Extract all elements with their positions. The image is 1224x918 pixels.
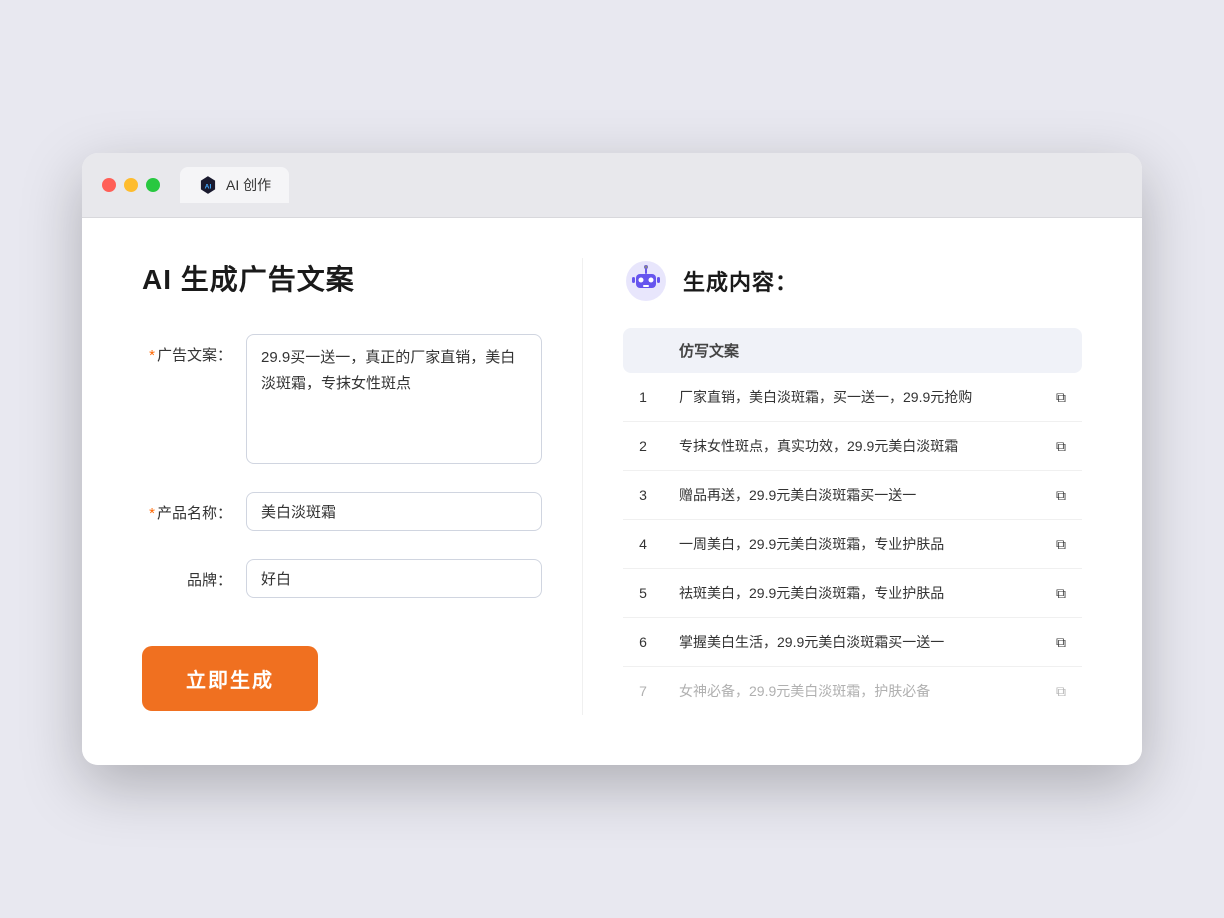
row-num-3: 3	[623, 471, 663, 520]
robot-icon	[623, 258, 669, 304]
table-row: 2专抹女性斑点，真实功效，29.9元美白淡斑霜⧉	[623, 422, 1082, 471]
ai-tab-icon: AI	[198, 175, 218, 195]
table-row: 7女神必备，29.9元美白淡斑霜，护肤必备⧉	[623, 667, 1082, 715]
row-num-4: 4	[623, 520, 663, 569]
close-button[interactable]	[102, 178, 116, 192]
form-group-ad-copy: 广告文案： 29.9买一送一，真正的厂家直销，美白淡斑霜，专抹女性斑点	[142, 334, 542, 464]
label-ad-copy: 广告文案：	[142, 334, 232, 365]
col-content-header: 仿写文案	[663, 328, 1040, 373]
copy-button-3[interactable]: ⧉	[1040, 471, 1082, 520]
browser-window: AI AI 创作 AI 生成广告文案 广告文案： 29.9买一送一，真正的厂家直…	[82, 153, 1142, 765]
result-title: 生成内容：	[683, 265, 798, 297]
ad-copy-textarea[interactable]: 29.9买一送一，真正的厂家直销，美白淡斑霜，专抹女性斑点	[246, 334, 542, 464]
label-product-name: 产品名称：	[142, 492, 232, 523]
row-text-5: 祛斑美白，29.9元美白淡斑霜，专业护肤品	[663, 569, 1040, 618]
table-row: 6掌握美白生活，29.9元美白淡斑霜买一送一⧉	[623, 618, 1082, 667]
form-group-brand: 品牌：	[142, 559, 542, 598]
minimize-button[interactable]	[124, 178, 138, 192]
right-panel: 生成内容： 仿写文案 1厂家直销，美白淡斑霜，买一送一，29.9元抢购⧉2专抹女…	[582, 258, 1082, 715]
result-table: 仿写文案 1厂家直销，美白淡斑霜，买一送一，29.9元抢购⧉2专抹女性斑点，真实…	[623, 328, 1082, 715]
tab-ai-creation[interactable]: AI AI 创作	[180, 167, 289, 203]
copy-button-2[interactable]: ⧉	[1040, 422, 1082, 471]
product-name-input[interactable]	[246, 492, 542, 531]
row-text-6: 掌握美白生活，29.9元美白淡斑霜买一送一	[663, 618, 1040, 667]
table-row: 4一周美白，29.9元美白淡斑霜，专业护肤品⧉	[623, 520, 1082, 569]
tab-label: AI 创作	[226, 175, 271, 195]
row-num-6: 6	[623, 618, 663, 667]
copy-button-1[interactable]: ⧉	[1040, 373, 1082, 422]
row-text-2: 专抹女性斑点，真实功效，29.9元美白淡斑霜	[663, 422, 1040, 471]
brand-input[interactable]	[246, 559, 542, 598]
result-header: 生成内容：	[623, 258, 1082, 304]
row-num-7: 7	[623, 667, 663, 715]
page-title: AI 生成广告文案	[142, 258, 542, 298]
copy-button-6[interactable]: ⧉	[1040, 618, 1082, 667]
form-group-product-name: 产品名称：	[142, 492, 542, 531]
left-panel: AI 生成广告文案 广告文案： 29.9买一送一，真正的厂家直销，美白淡斑霜，专…	[142, 258, 582, 715]
row-text-3: 赠品再送，29.9元美白淡斑霜买一送一	[663, 471, 1040, 520]
col-num-header	[623, 328, 663, 373]
row-num-1: 1	[623, 373, 663, 422]
traffic-lights	[102, 178, 160, 192]
copy-button-7[interactable]: ⧉	[1040, 667, 1082, 715]
table-row: 1厂家直销，美白淡斑霜，买一送一，29.9元抢购⧉	[623, 373, 1082, 422]
label-brand: 品牌：	[142, 559, 232, 590]
row-num-2: 2	[623, 422, 663, 471]
row-num-5: 5	[623, 569, 663, 618]
row-text-4: 一周美白，29.9元美白淡斑霜，专业护肤品	[663, 520, 1040, 569]
table-row: 5祛斑美白，29.9元美白淡斑霜，专业护肤品⧉	[623, 569, 1082, 618]
copy-button-5[interactable]: ⧉	[1040, 569, 1082, 618]
generate-button[interactable]: 立即生成	[142, 646, 318, 711]
copy-button-4[interactable]: ⧉	[1040, 520, 1082, 569]
svg-text:AI: AI	[205, 183, 212, 190]
row-text-1: 厂家直销，美白淡斑霜，买一送一，29.9元抢购	[663, 373, 1040, 422]
maximize-button[interactable]	[146, 178, 160, 192]
titlebar: AI AI 创作	[82, 153, 1142, 218]
main-content: AI 生成广告文案 广告文案： 29.9买一送一，真正的厂家直销，美白淡斑霜，专…	[82, 218, 1142, 765]
row-text-7: 女神必备，29.9元美白淡斑霜，护肤必备	[663, 667, 1040, 715]
col-copy-header	[1040, 328, 1082, 373]
table-row: 3赠品再送，29.9元美白淡斑霜买一送一⧉	[623, 471, 1082, 520]
